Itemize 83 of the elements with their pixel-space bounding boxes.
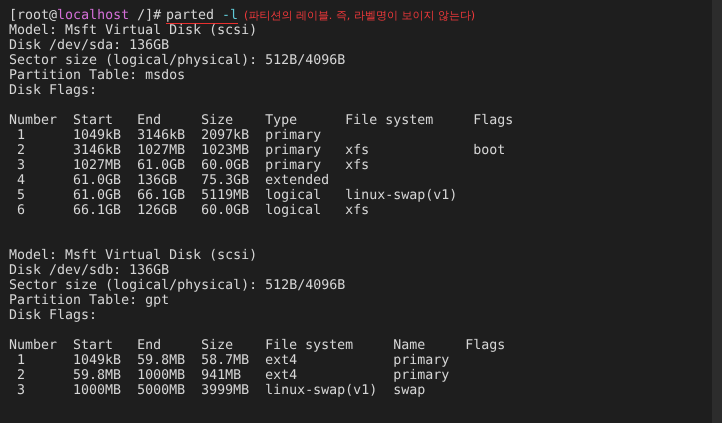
prompt-host: localhost [57, 8, 130, 23]
info-line: Disk Flags: [9, 83, 98, 98]
table-cell-text: xfs [345, 143, 370, 158]
info-line: Disk /dev/sda: 136GB [9, 38, 170, 53]
table-cell-text: 941MB [201, 368, 242, 383]
table-cell-text: 60.0GB [201, 158, 250, 173]
info-line: Partition Table: msdos [9, 68, 186, 83]
table-cell-text: 59.8MB [73, 368, 122, 383]
table-cell-text: 1 [16, 128, 26, 143]
table-cell-text: 1049kB [73, 353, 122, 368]
table-cell-text: primary [265, 143, 322, 158]
table-cell-text: primary [265, 158, 322, 173]
table-cell-text: linux-swap(v1) [265, 383, 378, 398]
table-cell-text: swap [393, 383, 426, 398]
table-cell-text: 1027MB [73, 158, 122, 173]
prompt-user: [root@ [9, 8, 58, 23]
table-cell-text: extended [265, 173, 330, 188]
table-cell-text: 2 [16, 368, 26, 383]
table-cell-text: 75.3GB [201, 173, 250, 188]
table-cell-text: 6 [16, 203, 26, 218]
table-cell-text: 59.8MB [137, 353, 186, 368]
info-line: Disk /dev/sdb: 136GB [9, 263, 170, 278]
prompt-path: /]# [136, 8, 162, 23]
column-header: File system [265, 338, 354, 353]
column-header: Start [73, 338, 114, 353]
column-header: Start [73, 113, 114, 128]
info-line: Model: Msft Virtual Disk (scsi) [9, 248, 258, 263]
table-cell-text: 3 [16, 383, 26, 398]
command-text: parted [166, 8, 214, 23]
table-cell-text: 1000MB [137, 368, 186, 383]
info-line: Model: Msft Virtual Disk (scsi) [9, 23, 258, 38]
table-cell-text: 58.7MB [201, 353, 250, 368]
table-cell-text: ext4 [265, 353, 298, 368]
table-cell-text: primary [265, 128, 322, 143]
table-cell-text: 61.0GB [73, 188, 122, 203]
table-cell-text: 3 [16, 158, 26, 173]
table-cell-text: 136GB [137, 173, 178, 188]
column-header: End [137, 338, 162, 353]
table-cell-text: 5119MB [201, 188, 250, 203]
column-header: Size [201, 338, 234, 353]
table-cell-text: 60.0GB [201, 203, 250, 218]
table-cell-text: 1000MB [73, 383, 122, 398]
table-cell-text: 2 [16, 143, 26, 158]
column-header: Flags [473, 113, 514, 128]
annotation-text: (파티션의 레이블. 즉, 라벨명이 보이지 않는다) [244, 8, 476, 23]
table-cell-text: 1027MB [137, 143, 186, 158]
table-cell-text: 1023MB [201, 143, 250, 158]
column-header: Number [9, 338, 58, 353]
column-header: End [137, 113, 162, 128]
table-cell-text: 5 [16, 188, 26, 203]
table-cell-text: 61.0GB [137, 158, 186, 173]
info-line: Partition Table: gpt [9, 293, 170, 308]
info-line: Sector size (logical/physical): 512B/4096B [9, 278, 346, 293]
table-cell-text: 3146kB [137, 128, 186, 143]
table-cell-text: xfs [345, 203, 370, 218]
table-cell-text: 3999MB [201, 383, 250, 398]
table-cell-text: 4 [16, 173, 26, 188]
column-header: Size [201, 113, 234, 128]
column-header: Number [9, 113, 58, 128]
table-cell-text: ext4 [265, 368, 298, 383]
table-cell-text: 1 [16, 353, 26, 368]
table-cell-text: 61.0GB [73, 173, 122, 188]
table-cell-text: 5000MB [137, 383, 186, 398]
table-cell-text: 2097kB [201, 128, 250, 143]
table-cell-text: linux-swap(v1) [345, 188, 458, 203]
table-cell-text: boot [473, 143, 506, 158]
table-cell-text: primary [393, 353, 450, 368]
table-cell-text: 1049kB [73, 128, 122, 143]
table-cell-text: 3146kB [73, 143, 122, 158]
column-header: Flags [465, 338, 506, 353]
table-cell-text: xfs [345, 158, 370, 173]
command-option: -l [222, 8, 238, 23]
table-cell-text: primary [393, 368, 450, 383]
column-header: Type [265, 113, 298, 128]
table-cell-text: 66.1GB [73, 203, 122, 218]
table-cell-text: 66.1GB [137, 188, 186, 203]
info-line: Sector size (logical/physical): 512B/4096B [9, 53, 346, 68]
column-header: Name [393, 338, 426, 353]
table-cell-text: 126GB [137, 203, 178, 218]
column-header: File system [345, 113, 434, 128]
info-line: Disk Flags: [9, 308, 98, 323]
table-cell-text: logical [265, 188, 322, 203]
table-cell-text: logical [265, 203, 322, 218]
